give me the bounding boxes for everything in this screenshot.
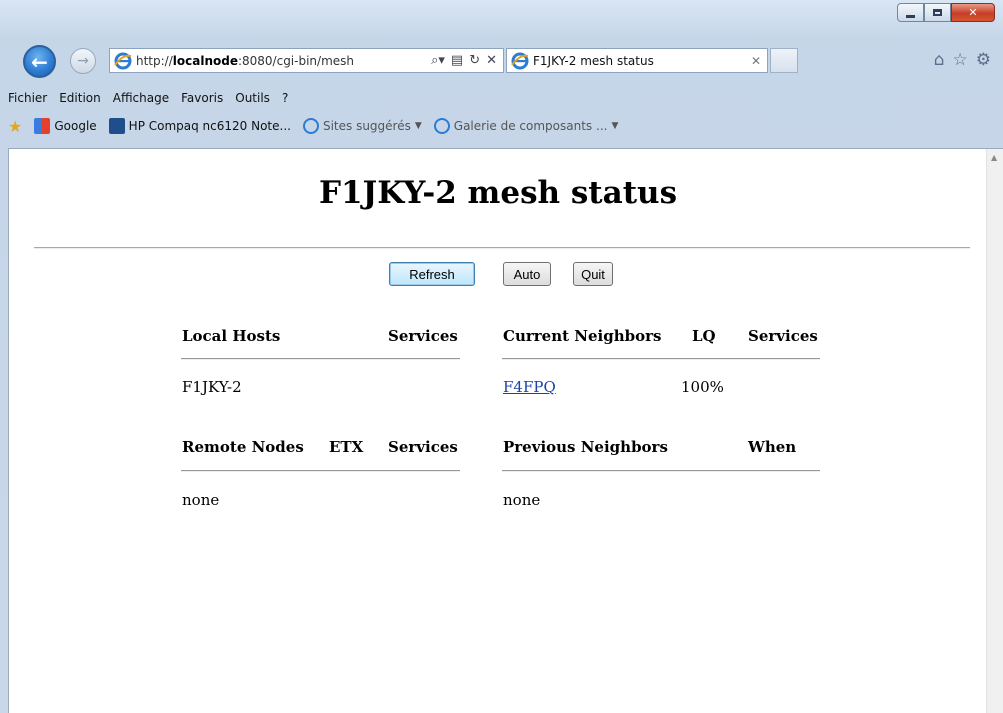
local-host-name: F1JKY-2 — [182, 378, 242, 396]
remote-nodes-rule — [181, 470, 460, 472]
url-path: :8080/cgi-bin/mesh — [237, 53, 355, 68]
menu-bar: Fichier Edition Affichage Favoris Outils… — [0, 87, 1003, 108]
mesh-status-page: F1JKY-2 mesh status Refresh Auto Quit Lo… — [9, 149, 987, 713]
neighbor-link[interactable]: F4FPQ — [503, 378, 556, 396]
minimize-icon — [906, 14, 915, 18]
search-icon[interactable]: ⌕▾ — [431, 53, 445, 68]
chevron-down-icon: ▼ — [414, 121, 422, 131]
favorites-star-add-icon: ★ — [8, 116, 23, 136]
favorite-suggested-sites[interactable]: Sites suggérés ▼ — [302, 118, 422, 134]
new-tab-button[interactable] — [770, 48, 798, 73]
current-neighbors-header: Current Neighbors — [503, 327, 662, 345]
neighbor-services-header: Services — [748, 327, 818, 345]
chevron-down-icon: ▼ — [611, 121, 619, 131]
back-button[interactable]: ← — [23, 45, 56, 78]
ie-page-icon — [114, 52, 132, 70]
refresh-button[interactable]: Refresh — [389, 262, 475, 286]
menu-outils[interactable]: Outils — [235, 91, 270, 105]
menu-affichage[interactable]: Affichage — [113, 91, 169, 105]
address-bar[interactable]: http://localnode:8080/cgi-bin/mesh ⌕▾ ▤ … — [109, 48, 504, 73]
favorite-label: HP Compaq nc6120 Note... — [128, 119, 291, 133]
back-arrow-icon: ← — [31, 49, 48, 74]
favorite-hp[interactable]: HP Compaq nc6120 Note... — [108, 118, 291, 134]
navigation-bar: ← → http://localnode:8080/cgi-bin/mesh ⌕… — [0, 38, 1003, 88]
maximize-button[interactable] — [924, 3, 951, 22]
ie-icon — [302, 118, 319, 134]
favorite-label: Sites suggérés — [322, 119, 411, 133]
browser-window: ✕ ← → http://localnode:8080/cgi-bin/mesh… — [0, 0, 1003, 713]
forward-arrow-icon: → — [77, 53, 89, 69]
refresh-icon[interactable]: ↻ — [469, 53, 480, 68]
tab-active[interactable]: F1JKY-2 mesh status ✕ — [506, 48, 768, 73]
menu-help[interactable]: ? — [282, 91, 288, 105]
favorite-gallery[interactable]: Galerie de composants ... ▼ — [433, 118, 619, 134]
auto-button[interactable]: Auto — [503, 262, 551, 286]
local-hosts-header: Local Hosts — [182, 327, 281, 345]
favorite-label: Galerie de composants ... — [453, 119, 608, 133]
previous-neighbors-empty: none — [503, 491, 541, 509]
favorite-label: Google — [54, 119, 97, 133]
address-url[interactable]: http://localnode:8080/cgi-bin/mesh — [136, 54, 431, 68]
forward-button[interactable]: → — [70, 48, 96, 74]
page-viewport: F1JKY-2 mesh status Refresh Auto Quit Lo… — [8, 148, 1003, 713]
address-tools: ⌕▾ ▤ ↻ ✕ — [431, 53, 503, 68]
remote-services-header: Services — [388, 438, 458, 456]
previous-neighbors-header: Previous Neighbors — [503, 438, 668, 456]
toolbar-icons: ⌂ ☆ ⚙ — [934, 50, 991, 70]
favorites-star-icon[interactable]: ☆ — [953, 50, 968, 70]
gear-icon[interactable]: ⚙ — [976, 50, 991, 70]
local-services-header: Services — [388, 327, 458, 345]
remote-nodes-empty: none — [182, 491, 220, 509]
divider — [34, 247, 970, 249]
menu-favoris[interactable]: Favoris — [181, 91, 223, 105]
quit-button[interactable]: Quit — [573, 262, 613, 286]
tab-close-icon[interactable]: ✕ — [745, 54, 767, 68]
previous-neighbors-rule — [502, 470, 820, 472]
scroll-up-icon[interactable]: ▲ — [991, 153, 997, 162]
stop-icon[interactable]: ✕ — [486, 53, 497, 68]
etx-header: ETX — [329, 438, 364, 456]
neighbors-rule — [502, 358, 820, 360]
when-header: When — [748, 438, 797, 456]
maximize-icon — [933, 9, 942, 16]
add-favorite-button[interactable]: ★ — [8, 117, 22, 136]
remote-nodes-header: Remote Nodes — [182, 438, 304, 456]
ie-tab-icon — [511, 52, 529, 70]
neighbor-lq: 100% — [681, 378, 724, 396]
compatibility-icon[interactable]: ▤ — [451, 53, 463, 68]
menu-edition[interactable]: Edition — [59, 91, 101, 105]
page-title: F1JKY-2 mesh status — [318, 175, 678, 211]
window-controls: ✕ — [897, 3, 995, 23]
close-window-button[interactable]: ✕ — [951, 3, 995, 22]
minimize-button[interactable] — [897, 3, 924, 22]
menu-fichier[interactable]: Fichier — [8, 91, 47, 105]
favorite-google[interactable]: Google — [34, 118, 97, 134]
tab-title: F1JKY-2 mesh status — [533, 53, 654, 68]
google-icon — [34, 118, 51, 134]
url-scheme: http:// — [136, 53, 173, 68]
hp-icon — [108, 118, 125, 134]
close-icon: ✕ — [968, 6, 978, 19]
lq-header: LQ — [692, 327, 716, 345]
local-hosts-rule — [181, 358, 460, 360]
vertical-scrollbar[interactable]: ▲ — [986, 149, 1003, 713]
home-icon[interactable]: ⌂ — [934, 50, 945, 70]
ie-icon — [433, 118, 450, 134]
favorites-bar: ★ Google HP Compaq nc6120 Note... Sites … — [0, 113, 1003, 139]
url-host: localnode — [172, 53, 238, 68]
button-row: Refresh Auto Quit — [9, 262, 987, 288]
